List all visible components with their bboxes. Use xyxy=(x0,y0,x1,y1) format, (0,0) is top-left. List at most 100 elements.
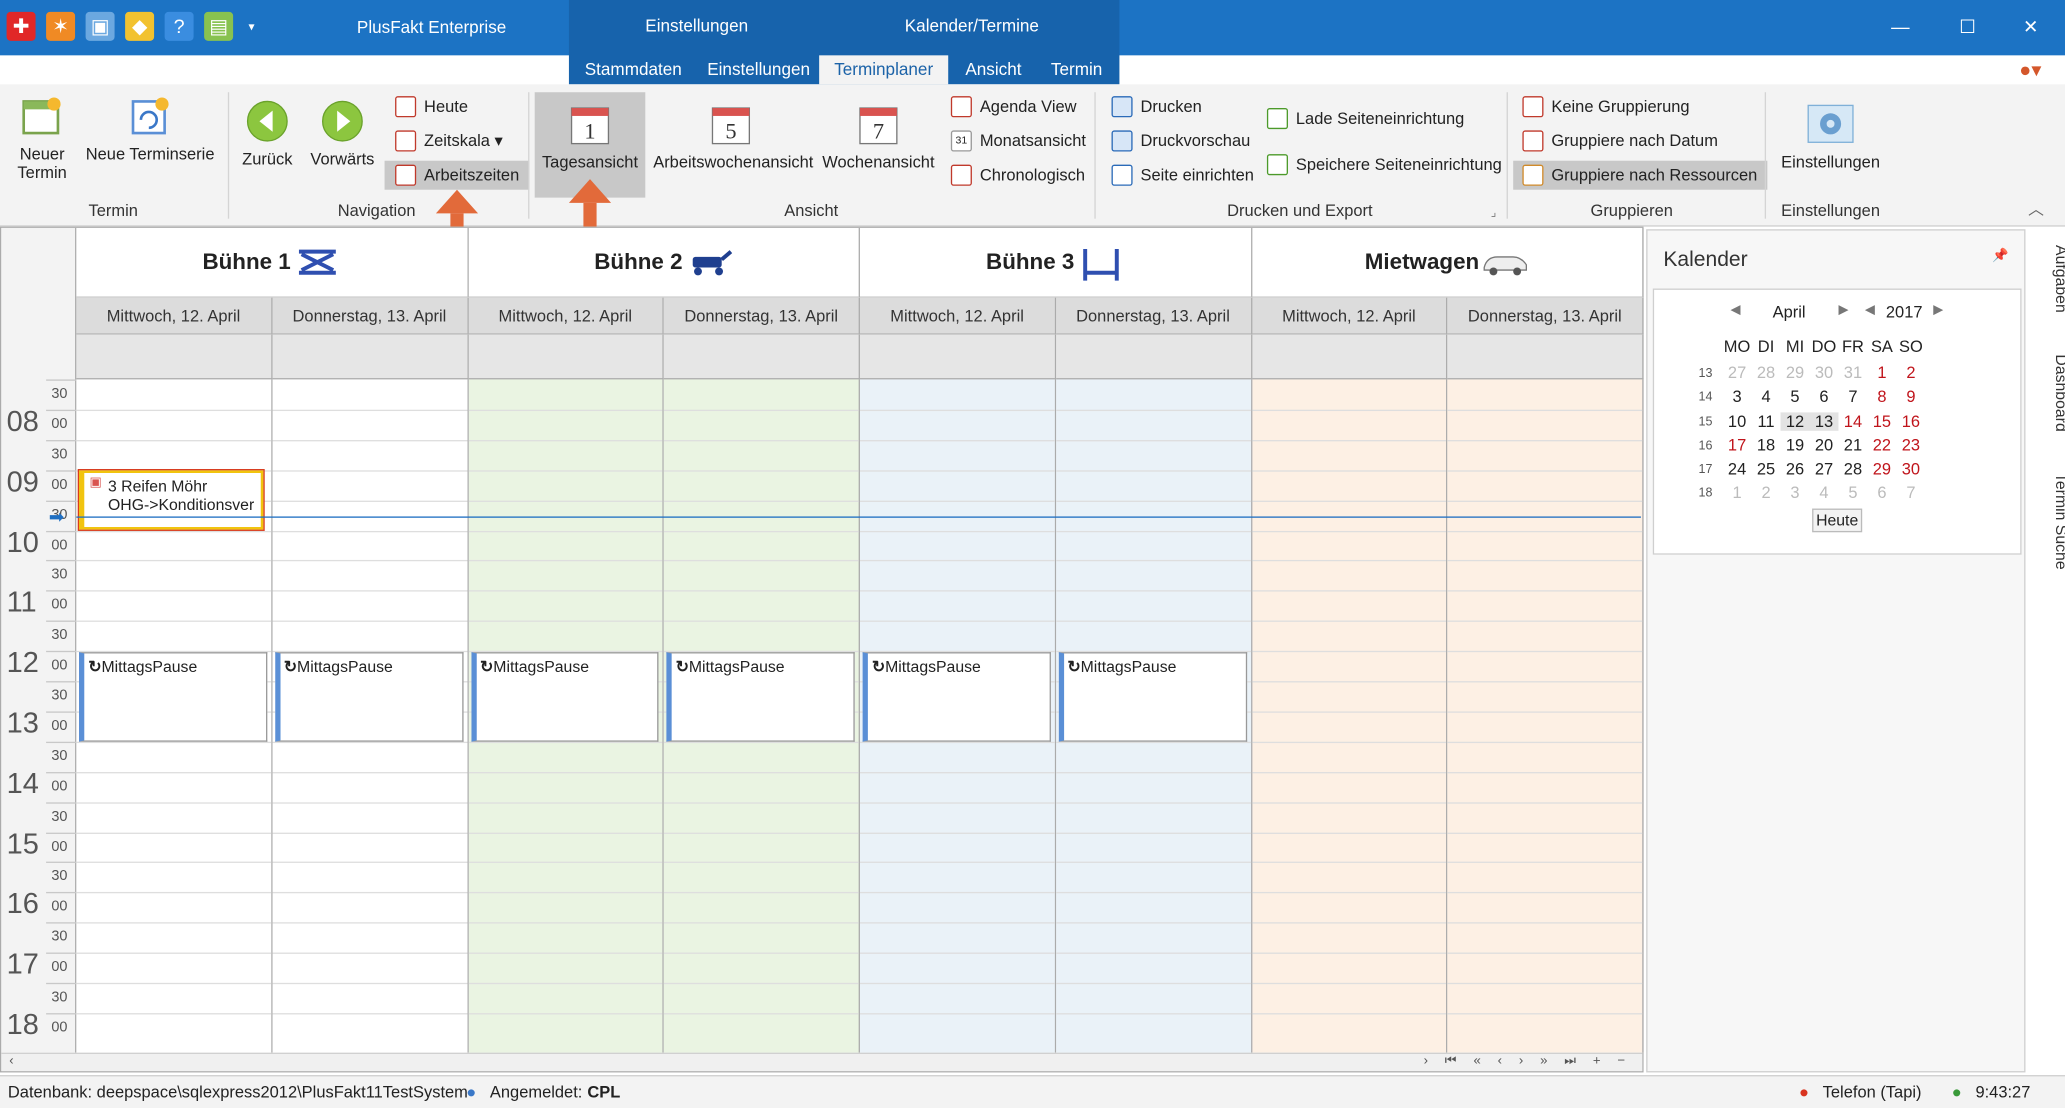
calendar-day[interactable]: 24 xyxy=(1723,460,1752,478)
timescale-button[interactable]: Zeitskala ▾ xyxy=(390,126,503,155)
calendar-day[interactable]: 26 xyxy=(1781,460,1810,478)
tab-termin-suche[interactable]: Termin Suche xyxy=(2036,473,2065,570)
tab-allgemein[interactable]: Allgemein xyxy=(11,55,107,84)
calendar-day[interactable]: 8 xyxy=(1867,388,1896,406)
appointment-lunch-break[interactable]: ↻MittagsPause xyxy=(274,652,463,742)
calendar-day[interactable]: 29 xyxy=(1867,460,1896,478)
appointment-selected[interactable]: ▣ 3 Reifen Möhr OHG->Konditionsver xyxy=(77,468,265,532)
tab-ansicht[interactable]: Ansicht xyxy=(955,55,1032,84)
calendar-day[interactable]: 16 xyxy=(1896,412,1925,430)
sheet-icon[interactable]: ▤ xyxy=(204,11,234,41)
all-day-area[interactable] xyxy=(1251,334,1448,380)
calendar-day[interactable]: 19 xyxy=(1781,436,1810,454)
all-day-area[interactable] xyxy=(76,334,272,380)
tab-terminplaner[interactable]: Terminplaner xyxy=(819,55,949,85)
all-day-area[interactable] xyxy=(1447,334,1644,380)
tab-addins[interactable]: AddIns xyxy=(490,55,564,84)
chronological-button[interactable]: Chronologisch xyxy=(946,161,1085,190)
calendar-day[interactable]: 5 xyxy=(1781,388,1810,406)
prev-year-icon[interactable]: ◀ xyxy=(1865,303,1875,317)
today-button[interactable]: Heute xyxy=(390,92,468,121)
scroll-left-icon[interactable]: ‹ xyxy=(9,1054,13,1068)
calendar-day[interactable]: 3 xyxy=(1781,484,1810,502)
calendar-day[interactable]: 22 xyxy=(1867,436,1896,454)
appointment-lunch-break[interactable]: ↻MittagsPause xyxy=(470,652,659,742)
calendar-day[interactable]: 28 xyxy=(1838,460,1867,478)
print-preview-button[interactable]: Druckvorschau xyxy=(1106,126,1250,155)
image-icon[interactable]: ▣ xyxy=(85,11,115,41)
tab-termin[interactable]: Termin xyxy=(1040,55,1112,84)
forward-button[interactable]: Vorwärts xyxy=(308,97,376,169)
month-view-button[interactable]: 31 Monatsansicht xyxy=(946,126,1086,155)
calendar-day[interactable]: 4 xyxy=(1752,388,1781,406)
navigator-buttons[interactable]: › ⏮ « ‹ › » ⏭ + − xyxy=(1424,1054,1632,1068)
agenda-view-button[interactable]: Agenda View xyxy=(946,92,1077,121)
calendar-day[interactable]: 17 xyxy=(1723,436,1752,454)
calendar-day[interactable]: 30 xyxy=(1810,364,1839,382)
close-icon[interactable]: ✕ xyxy=(2018,16,2044,38)
resource-header[interactable]: Bühne 2 xyxy=(468,227,860,298)
horizontal-scrollbar[interactable]: ‹ › ⏮ « ‹ › » ⏭ + − xyxy=(1,1052,1643,1072)
appointment-lunch-break[interactable]: ↻MittagsPause xyxy=(1058,652,1247,742)
dialog-launcher-icon[interactable]: ⌟ xyxy=(1491,206,1497,220)
calendar-day[interactable]: 12 xyxy=(1780,411,1810,431)
maximize-icon[interactable]: ☐ xyxy=(1954,16,1980,38)
calendar-day[interactable]: 13 xyxy=(1809,411,1839,431)
calendar-day[interactable]: 7 xyxy=(1838,388,1867,406)
tab-stammdaten[interactable]: Stammdaten xyxy=(574,55,692,84)
calendar-day[interactable]: 14 xyxy=(1838,412,1867,430)
scheduler[interactable]: 30 08 00 30 09 00 30 10 00 30 11 00 30 12 00 30 13 00 30 14… xyxy=(0,226,1644,1073)
workweek-view-button[interactable]: 5 Arbeitswochenansicht xyxy=(653,100,813,171)
new-appointment-button[interactable]: Neuer Termin xyxy=(8,92,76,182)
group-by-date-button[interactable]: Gruppiere nach Datum xyxy=(1517,126,1718,155)
calendar-day[interactable]: 2 xyxy=(1896,364,1925,382)
page-setup-button[interactable]: Seite einrichten xyxy=(1106,161,1254,190)
calendar-day[interactable]: 9 xyxy=(1896,388,1925,406)
calendar-day[interactable]: 1 xyxy=(1723,484,1752,502)
all-day-area[interactable] xyxy=(271,334,469,380)
day-header[interactable]: Mittwoch, 12. April xyxy=(76,297,272,335)
no-grouping-button[interactable]: Keine Gruppierung xyxy=(1517,92,1690,121)
settings-button[interactable]: Einstellungen xyxy=(1778,100,1883,171)
appointment-lunch-break[interactable]: ↻MittagsPause xyxy=(79,652,267,742)
worktime-button[interactable]: Arbeitszeiten xyxy=(384,160,530,190)
tab-listen[interactable]: Listen/Auswertungen xyxy=(306,55,487,84)
tools-icon[interactable]: ✶ xyxy=(46,11,76,41)
day-header[interactable]: Mittwoch, 12. April xyxy=(1251,297,1448,335)
day-header[interactable]: Donnerstag, 13. April xyxy=(1447,297,1644,335)
calendar-day[interactable]: 11 xyxy=(1752,412,1781,430)
pin-icon[interactable]: 📌 xyxy=(1992,249,2008,263)
calendar-day[interactable]: 7 xyxy=(1896,484,1925,502)
all-day-area[interactable] xyxy=(663,334,860,380)
resource-header[interactable]: Bühne 3 xyxy=(859,227,1252,298)
tab-einstellungen[interactable]: Einstellungen xyxy=(697,55,821,84)
all-day-area[interactable] xyxy=(468,334,664,380)
tab-dashboard[interactable]: Dashboard xyxy=(2036,354,2065,431)
calendar-day[interactable]: 1 xyxy=(1867,364,1896,382)
calendar-day[interactable]: 6 xyxy=(1810,388,1839,406)
appointment-lunch-break[interactable]: ↻MittagsPause xyxy=(666,652,855,742)
day-header[interactable]: Donnerstag, 13. April xyxy=(663,297,860,335)
group-by-resource-button[interactable]: Gruppiere nach Ressourcen xyxy=(1513,160,1768,190)
calendar-day[interactable]: 6 xyxy=(1867,484,1896,502)
calendar-day[interactable]: 18 xyxy=(1752,436,1781,454)
next-month-icon[interactable]: ▶ xyxy=(1838,303,1848,317)
tab-import-export[interactable]: Import/Export/Update xyxy=(116,55,300,84)
calendar-day[interactable]: 3 xyxy=(1723,388,1752,406)
calendar-day[interactable]: 31 xyxy=(1838,364,1867,382)
calendar-day[interactable]: 27 xyxy=(1810,460,1839,478)
print-button[interactable]: Drucken xyxy=(1106,92,1202,121)
prev-month-icon[interactable]: ◀ xyxy=(1730,303,1740,317)
calendar-today-button[interactable]: Heute xyxy=(1812,508,1863,533)
week-view-button[interactable]: 7 Wochenansicht xyxy=(822,100,935,171)
gift-icon[interactable]: ◆ xyxy=(125,11,155,41)
minimize-icon[interactable]: — xyxy=(1887,16,1913,37)
tab-aufgaben[interactable]: Aufgaben xyxy=(2036,245,2065,313)
help-icon[interactable]: ? xyxy=(164,11,194,41)
calendar-day[interactable]: 23 xyxy=(1896,436,1925,454)
day-header[interactable]: Donnerstag, 13. April xyxy=(1055,297,1252,335)
all-day-area[interactable] xyxy=(859,334,1056,380)
calendar-day[interactable]: 28 xyxy=(1752,364,1781,382)
new-series-button[interactable]: Neue Terminserie xyxy=(82,92,219,163)
calendar-day[interactable]: 25 xyxy=(1752,460,1781,478)
